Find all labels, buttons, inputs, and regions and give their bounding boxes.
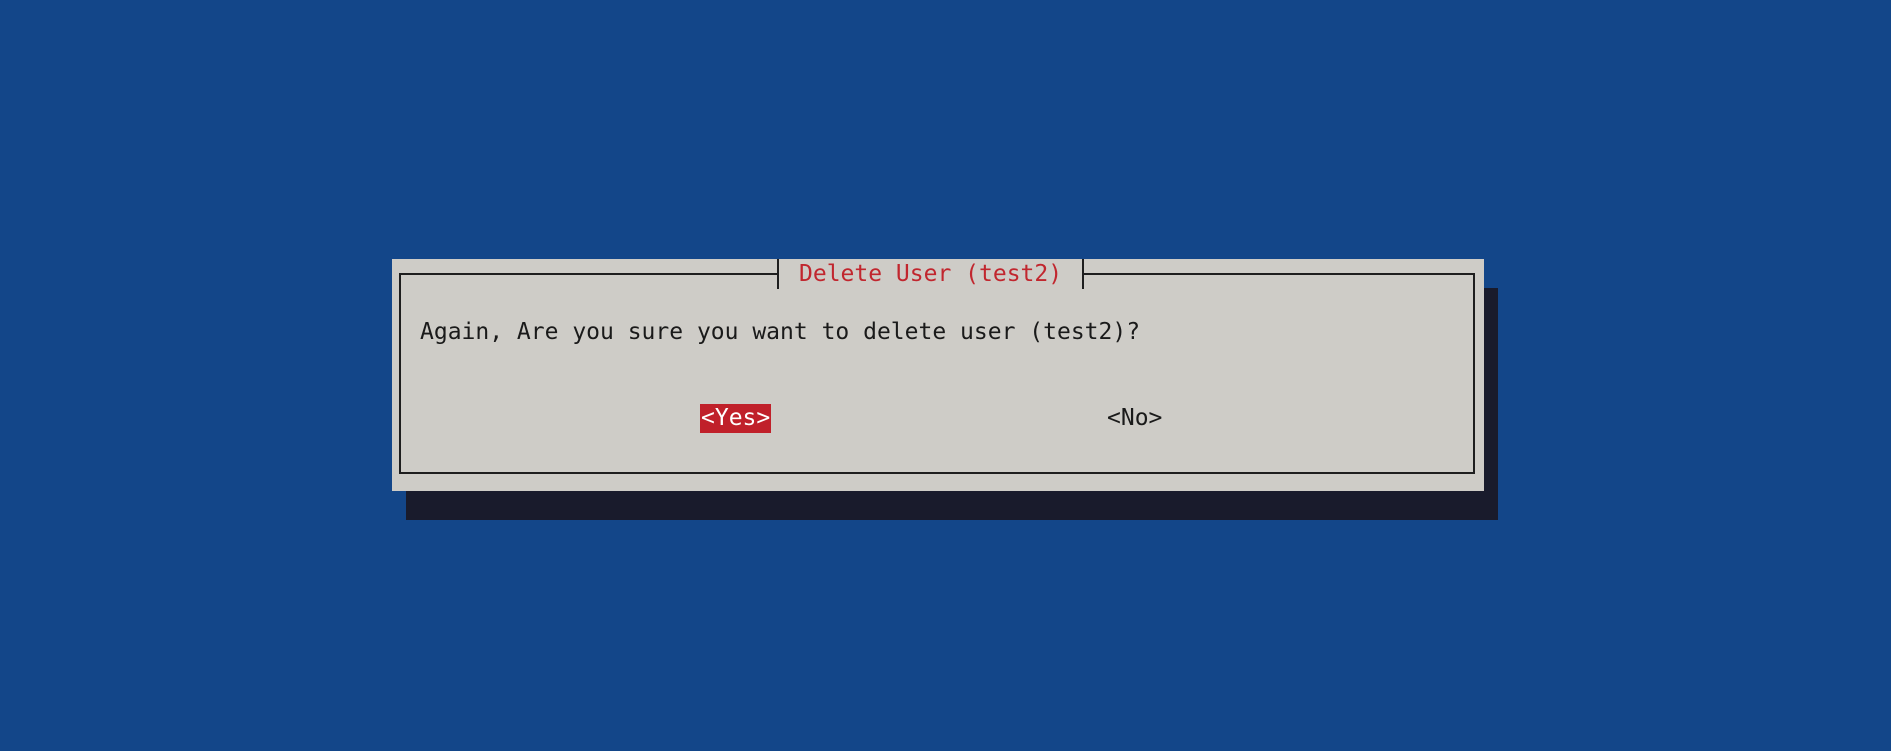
dialog-message: Again, Are you sure you want to delete u… [420, 319, 1141, 345]
dialog-border [399, 273, 1475, 474]
no-button[interactable]: <No> [1107, 404, 1162, 433]
yes-button[interactable]: <Yes> [700, 404, 772, 433]
confirm-delete-dialog: Delete User (test2) Again, Are you sure … [392, 259, 1484, 491]
dialog-title: Delete User (test2) [777, 259, 1085, 289]
